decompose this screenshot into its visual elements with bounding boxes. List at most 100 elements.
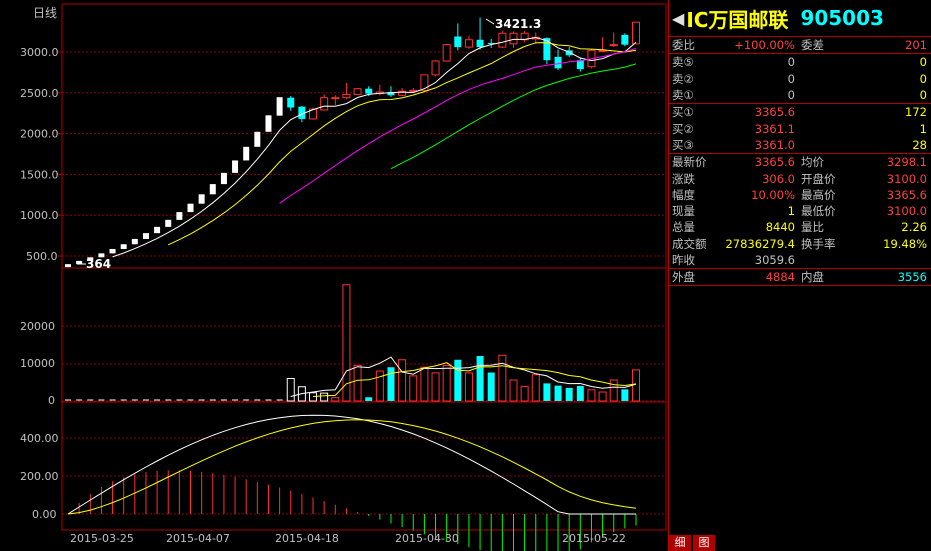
- wc-label: 委差: [801, 38, 824, 53]
- candle-body: [509, 32, 518, 45]
- pct-label: 幅度: [672, 187, 695, 202]
- candle-body: [365, 88, 373, 94]
- candle-body: [454, 36, 462, 48]
- volume-bar: [543, 383, 551, 401]
- candle-body: [142, 233, 149, 239]
- order-ratio-section: 委比 +100.00% 委差 201: [669, 37, 931, 55]
- turnover-value: 19.48%: [883, 236, 927, 251]
- open-label: 开盘价: [801, 171, 836, 186]
- inner-label: 内盘: [801, 270, 824, 285]
- date-label-1: 2015-04-07: [166, 532, 230, 545]
- volume-bar: [565, 387, 573, 401]
- price-tick-label: 2000.0: [20, 128, 59, 141]
- amount-label: 成交额: [672, 236, 707, 251]
- pct-value: 10.00%: [751, 187, 795, 202]
- buy-section: 买① 3365.6 172 买② 3361.1 1 买③ 3361.0 28: [669, 104, 931, 155]
- period-label[interactable]: 日线: [33, 6, 57, 20]
- ma20-line: [279, 47, 637, 204]
- candle-body: [154, 226, 161, 234]
- price-panel-border: [61, 3, 667, 269]
- volume-bar: [609, 379, 618, 402]
- low-annotation: 364: [86, 257, 111, 271]
- candle-body: [353, 88, 362, 95]
- open-value: 3100.0: [886, 171, 927, 186]
- candle-body: [543, 38, 551, 61]
- candle-body: [131, 238, 138, 245]
- sell5-vol: 0: [919, 55, 927, 70]
- macd-grid: [62, 437, 666, 515]
- tab-chart[interactable]: 图: [693, 535, 715, 551]
- price-axis: 3000.0 2500.0 2000.0 1500.0 1000.0 500.0: [20, 46, 62, 263]
- outer-inner-section: 外盘 4884 内盘 3556: [669, 269, 931, 287]
- avg-label: 均价: [801, 155, 824, 170]
- date-label-0: 2015-03-25: [70, 532, 134, 545]
- candle-body: [464, 39, 473, 48]
- macd-tick-400: 400.00: [20, 432, 59, 445]
- high-value: 3365.6: [886, 187, 927, 202]
- price-grid: [62, 51, 666, 257]
- volume-bar: [454, 359, 462, 401]
- candle-body: [609, 44, 618, 47]
- sell2-vol: 0: [919, 71, 927, 86]
- volume-bar: [476, 356, 484, 401]
- candle-body: [331, 97, 340, 100]
- volume-bar: [286, 378, 295, 402]
- date-label-3: 2015-04-30: [395, 532, 459, 545]
- volume-bar: [576, 386, 584, 401]
- buy2-vol: 1: [919, 121, 927, 136]
- tab-detail[interactable]: 细: [669, 535, 691, 551]
- macd-dif-line: [67, 414, 636, 515]
- kline-chart[interactable]: 日线 3000.0 2500.0 2000.0 1500.0 1000.0 500.0 3…: [0, 0, 668, 551]
- wb-label: 委比: [672, 38, 695, 53]
- low-label: 最低价: [801, 204, 836, 219]
- outer-label: 外盘: [672, 270, 695, 285]
- amount-value: 27836279.4: [725, 236, 795, 251]
- instrument-code: 905003: [800, 6, 884, 30]
- candle-body: [476, 39, 484, 48]
- candle-body: [442, 44, 451, 62]
- buy1-label: 买①: [672, 105, 694, 120]
- outer-value: 4884: [765, 270, 795, 285]
- volume-bar: [409, 375, 418, 402]
- volume-bar: [498, 354, 507, 402]
- buy2-price: 3361.1: [754, 121, 795, 136]
- turnover-label: 换手率: [801, 236, 836, 251]
- instrument-name: IC万国邮联: [686, 7, 789, 32]
- sell2-label: 卖②: [672, 71, 694, 86]
- ma10-line: [167, 42, 637, 246]
- sell5-label: 卖⑤: [672, 55, 694, 70]
- buy3-label: 买③: [672, 137, 694, 152]
- volume-bar: [531, 374, 540, 402]
- volume-bar: [509, 379, 518, 402]
- candle-body: [176, 212, 183, 220]
- wc-value: 201: [905, 38, 927, 53]
- stats-section: 最新价 3365.6 均价 3298.1 涨跌 306.0 开盘价 3100.0 幅度 10.…: [669, 154, 931, 270]
- volume-bar: [398, 359, 407, 402]
- sell1-price: 0: [787, 88, 795, 103]
- candle-body: [287, 97, 295, 108]
- cur-label: 现量: [672, 204, 695, 219]
- vol-tick-0: 0: [48, 394, 55, 407]
- volume-bar: [520, 385, 529, 402]
- volume-bar: [487, 372, 495, 401]
- volume-bar: [331, 397, 340, 402]
- candles: [65, 17, 640, 268]
- prev-label: 昨收: [672, 253, 695, 267]
- ma-lines: [112, 36, 637, 258]
- buy2-label: 买②: [672, 121, 694, 136]
- candle-body: [220, 172, 227, 185]
- ratio-value: 2.26: [901, 220, 927, 235]
- prev-arrow-icon[interactable]: ◀: [672, 9, 684, 28]
- candle-body: [554, 56, 562, 69]
- ma5-line: [112, 36, 637, 258]
- macd-lines: [67, 414, 637, 515]
- candle-body: [498, 32, 507, 48]
- date-label-2: 2015-04-18: [275, 532, 339, 545]
- latest-value: 3365.6: [754, 155, 795, 170]
- kline-chart-area[interactable]: 日线 3000.0 2500.0 2000.0 1500.0 1000.0 500.0 3…: [0, 0, 668, 551]
- wb-value: +100.00%: [734, 38, 795, 53]
- latest-label: 最新价: [672, 155, 707, 170]
- price-tick-label: 1500.0: [20, 168, 59, 181]
- volume-bar: [464, 372, 473, 402]
- price-tick-label: 2500.0: [20, 87, 59, 100]
